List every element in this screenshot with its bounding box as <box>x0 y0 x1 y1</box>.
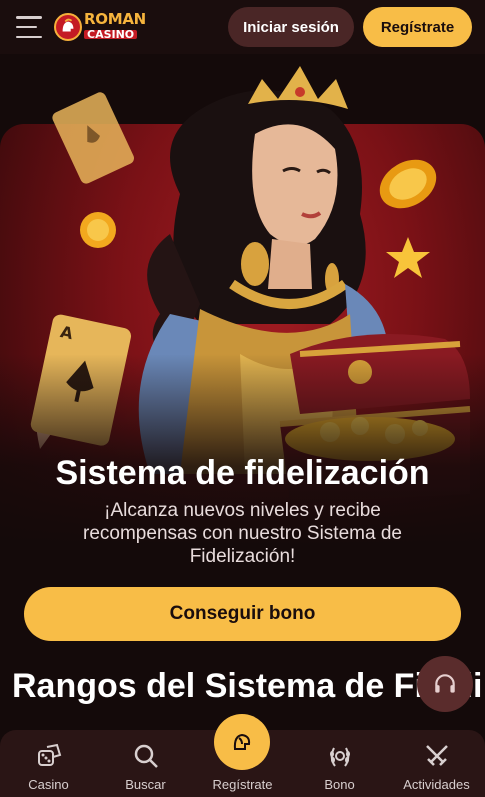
nav-register-center-button[interactable] <box>214 714 270 770</box>
headset-icon <box>435 674 455 693</box>
logo-casino-text: CASINO <box>84 29 138 39</box>
nav-item-bonus[interactable]: Bono <box>291 730 388 797</box>
nav-label-register: Regístrate <box>212 777 273 792</box>
nav-item-activities[interactable]: Actividades <box>388 730 485 797</box>
register-button[interactable]: Regístrate <box>363 7 472 47</box>
search-icon <box>134 744 158 768</box>
get-bonus-button[interactable]: Conseguir bono <box>24 587 461 641</box>
nav-label-bonus: Bono <box>324 777 355 792</box>
helmet-logo-icon <box>54 13 82 41</box>
roman-casino-logo[interactable]: ROMAN CASINO <box>54 10 146 41</box>
nav-item-casino[interactable]: Casino <box>0 730 97 797</box>
logo-roman-text: ROMAN <box>84 10 146 29</box>
helmet-icon <box>233 733 251 750</box>
swords-icon <box>425 745 448 766</box>
hero-subtitle: ¡Alcanza nuevos niveles y recibe recompe… <box>83 500 402 567</box>
nav-label-activities: Actividades <box>403 777 470 792</box>
hero-title: Sistema de fidelización <box>55 454 430 492</box>
laurel-icon <box>329 747 350 767</box>
dice-icon <box>37 743 61 766</box>
nav-label-search: Buscar <box>125 777 166 792</box>
hamburger-menu-icon[interactable] <box>16 16 42 38</box>
nav-item-search[interactable]: Buscar <box>97 730 194 797</box>
login-button[interactable]: Iniciar sesión <box>228 7 354 47</box>
support-headset-button[interactable] <box>417 656 473 712</box>
hero-banner: A Sistema de fidelización ¡Alcanza nuevo… <box>0 54 485 667</box>
nav-label-casino: Casino <box>28 777 69 792</box>
top-header: ROMAN CASINO Iniciar sesión Regístrate <box>0 0 485 54</box>
